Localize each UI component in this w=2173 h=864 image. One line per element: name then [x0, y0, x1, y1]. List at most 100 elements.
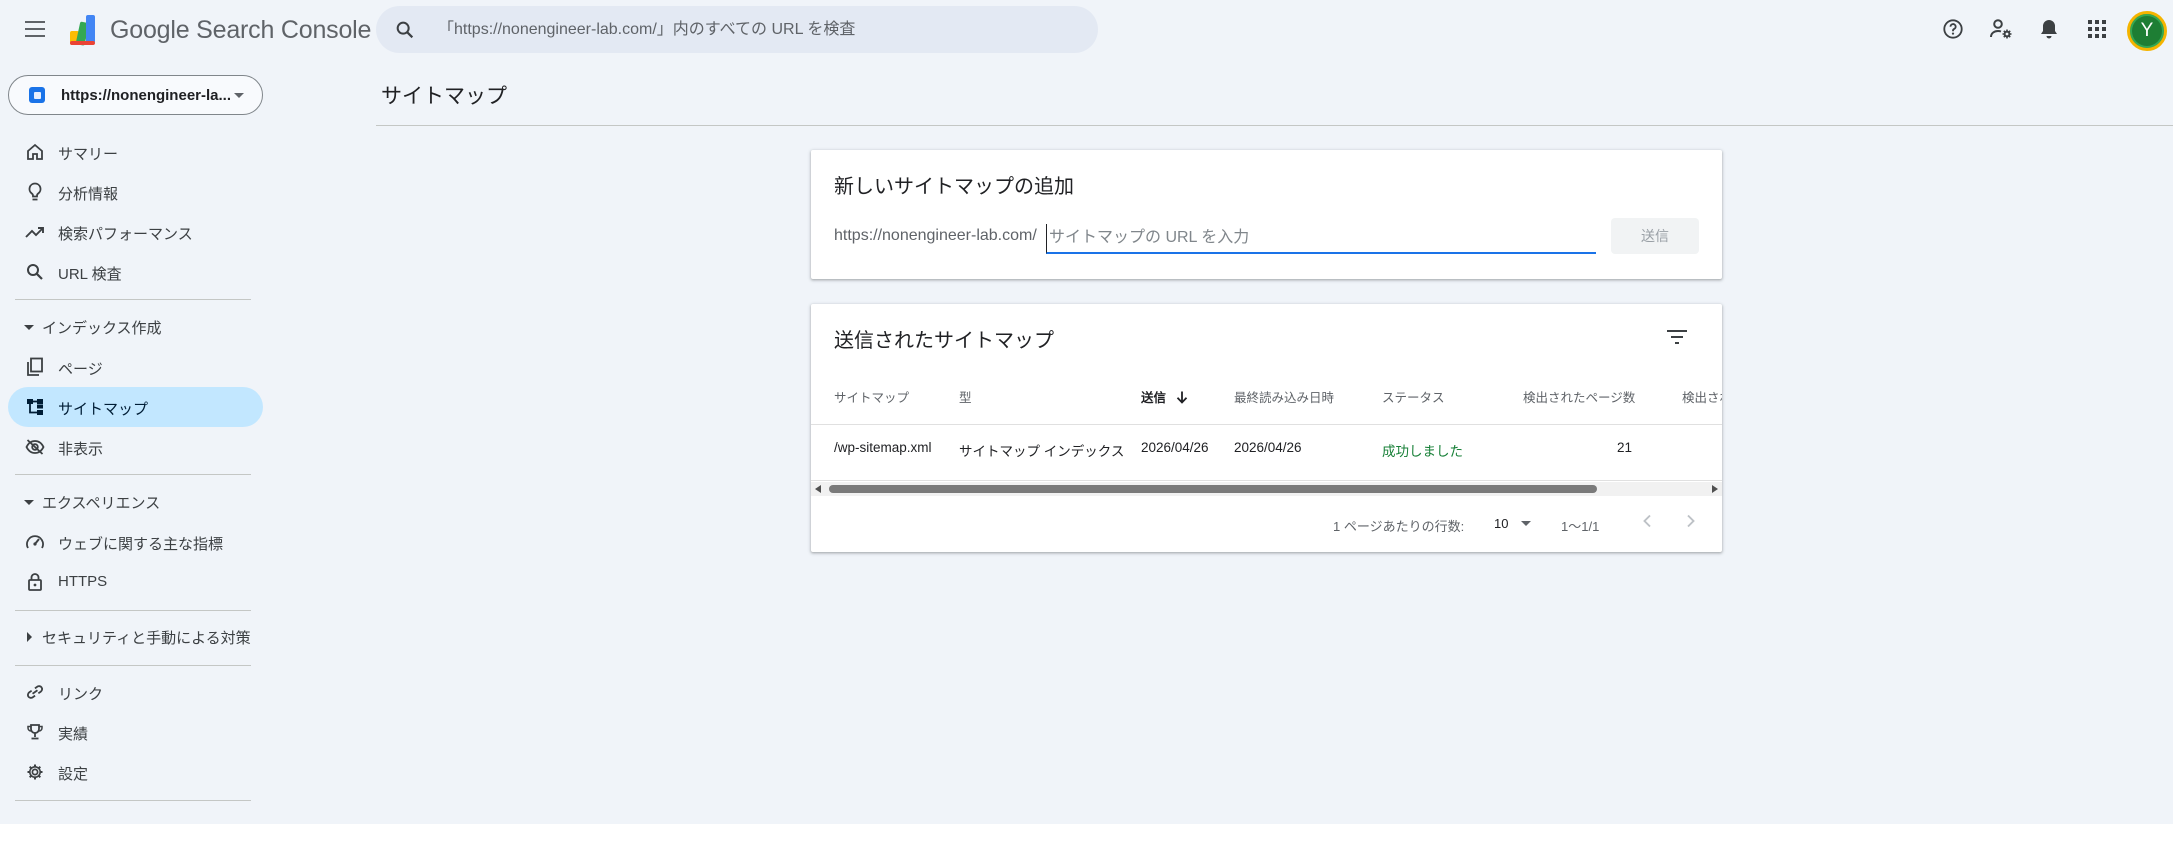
menu-icon [25, 21, 45, 37]
submitted-sitemaps-card: 送信されたサイトマップ サイトマップ 型 送信 最終読み込み日時 ステータス 検… [811, 304, 1722, 552]
collapse-arrow-icon [24, 324, 34, 330]
table-header-divider [811, 424, 1722, 425]
rows-per-page-select[interactable]: 10 [1484, 510, 1536, 536]
section-security[interactable]: セキュリティと手動による対策 [24, 622, 264, 652]
product-name[interactable]: Google Search Console [110, 16, 371, 45]
expand-arrow-icon [27, 632, 32, 642]
sidebar-divider [15, 665, 251, 666]
sidebar-item-label: 実績 [58, 726, 89, 743]
sidebar-item-sitemaps[interactable]: サイトマップ [8, 387, 263, 427]
sitemap-url-prefix: https://nonengineer-lab.com/ [834, 227, 1037, 244]
column-header-type[interactable]: 型 [959, 387, 972, 406]
cell-last-read: 2026/04/26 [1234, 440, 1302, 455]
link-icon [25, 682, 45, 702]
add-sitemap-card: 新しいサイトマップの追加 https://nonengineer-lab.com… [811, 150, 1722, 279]
property-url: https://nonengineer-la... [61, 87, 232, 104]
notifications-button[interactable] [2032, 12, 2066, 46]
pagination-range: 1〜1/1 [1561, 519, 1600, 534]
main-menu-button[interactable] [22, 16, 48, 42]
sidebar-item-label: 設定 [58, 766, 89, 783]
sidebar-item-summary[interactable]: サマリー [8, 132, 263, 172]
scroll-left-arrow-icon[interactable] [815, 485, 821, 493]
manage-users-icon [1990, 19, 2012, 39]
chevron-right-icon [1687, 514, 1695, 528]
collapse-arrow-icon [24, 499, 34, 505]
sidebar-item-label: HTTPS [58, 573, 108, 590]
speed-icon [25, 532, 45, 552]
cell-submitted: 2026/04/26 [1141, 440, 1209, 455]
manage-users-button[interactable] [1984, 12, 2018, 46]
dropdown-caret-icon [1521, 521, 1531, 526]
url-inspection-search[interactable] [376, 6, 1098, 53]
apps-grid-icon [2088, 20, 2106, 38]
sidebar-item-label: 分析情報 [58, 186, 119, 203]
sidebar-item-https[interactable]: HTTPS [8, 562, 263, 602]
section-label: インデックス作成 [42, 319, 162, 337]
search-icon [25, 262, 45, 282]
add-sitemap-title: 新しいサイトマップの追加 [834, 176, 1074, 198]
section-experience[interactable]: エクスペリエンス [24, 487, 264, 517]
property-favicon [29, 87, 45, 103]
pages-icon [25, 357, 45, 377]
sidebar-item-links[interactable]: リンク [8, 672, 263, 712]
section-indexing[interactable]: インデックス作成 [24, 312, 264, 342]
next-page-button[interactable] [1676, 506, 1706, 536]
sidebar-item-pages[interactable]: ページ [8, 347, 263, 387]
column-header-last-read[interactable]: 最終読み込み日時 [1234, 387, 1334, 406]
sidebar-item-insights[interactable]: 分析情報 [8, 172, 263, 212]
sidebar-divider [15, 474, 251, 475]
property-selector[interactable]: https://nonengineer-la... [8, 75, 263, 115]
dropdown-caret-icon [234, 93, 244, 98]
sidebar-item-label: 非表示 [58, 441, 104, 458]
trending-up-icon [25, 222, 45, 242]
sidebar-item-achievements[interactable]: 実績 [8, 712, 263, 752]
help-icon [1943, 19, 1963, 39]
submitted-sitemaps-title: 送信されたサイトマップ [834, 330, 1054, 352]
gear-icon [25, 762, 45, 782]
sidebar-item-removals[interactable]: 非表示 [8, 427, 263, 467]
column-header-sitemap[interactable]: サイトマップ [834, 387, 909, 406]
rows-per-page-value: 10 [1494, 516, 1509, 531]
section-label: セキュリティと手動による対策 [42, 629, 251, 647]
sidebar-item-label: サイトマップ [58, 401, 149, 418]
scroll-right-arrow-icon[interactable] [1712, 485, 1718, 493]
rows-per-page-label: 1 ページあたりの行数: [1333, 519, 1465, 534]
sidebar-divider [15, 800, 251, 801]
horizontal-scrollbar[interactable] [811, 482, 1722, 496]
scrollbar-thumb[interactable] [829, 485, 1597, 493]
sort-descending-icon [1176, 391, 1187, 404]
cell-type: サイトマップ インデックス [959, 444, 1125, 459]
page-title: サイトマップ [381, 85, 507, 108]
previous-page-button[interactable] [1632, 506, 1662, 536]
sidebar-item-url-inspection[interactable]: URL 検査 [8, 252, 263, 292]
sidebar-item-label: リンク [58, 686, 104, 703]
sidebar-item-label: ページ [58, 361, 103, 378]
column-header-discovered-videos[interactable]: 検出され [1682, 387, 1722, 406]
lightbulb-icon [25, 182, 45, 202]
visibility-off-icon [25, 437, 45, 457]
section-label: エクスペリエンス [42, 494, 161, 512]
sidebar-item-core-web-vitals[interactable]: ウェブに関する主な指標 [8, 522, 263, 562]
table-row-divider [811, 480, 1722, 481]
help-button[interactable] [1936, 12, 1970, 46]
url-inspection-input[interactable] [438, 6, 1078, 53]
cell-discovered-pages: 21 [1617, 440, 1633, 455]
filter-button[interactable] [1660, 320, 1694, 354]
sitemap-url-input[interactable] [1046, 224, 1596, 254]
search-console-logo[interactable] [66, 13, 102, 49]
google-apps-button[interactable] [2080, 12, 2114, 46]
cell-sitemap: /wp-sitemap.xml [834, 440, 932, 455]
sidebar-item-settings[interactable]: 設定 [8, 752, 263, 792]
column-header-status[interactable]: ステータス [1382, 387, 1445, 406]
column-header-submitted[interactable]: 送信 [1141, 387, 1188, 406]
column-header-label: 送信 [1141, 391, 1167, 405]
search-icon [396, 21, 414, 39]
top-bar: Google Search Console Y [0, 0, 2173, 62]
submit-sitemap-button[interactable]: 送信 [1611, 218, 1699, 254]
column-header-discovered-pages[interactable]: 検出されたページ数 [1523, 387, 1635, 406]
account-avatar[interactable]: Y [2127, 11, 2167, 51]
sidebar-divider [15, 610, 251, 611]
sidebar-item-performance[interactable]: 検索パフォーマンス [8, 212, 263, 252]
cell-status: 成功しました [1382, 444, 1463, 459]
sitemap-icon [25, 397, 45, 417]
